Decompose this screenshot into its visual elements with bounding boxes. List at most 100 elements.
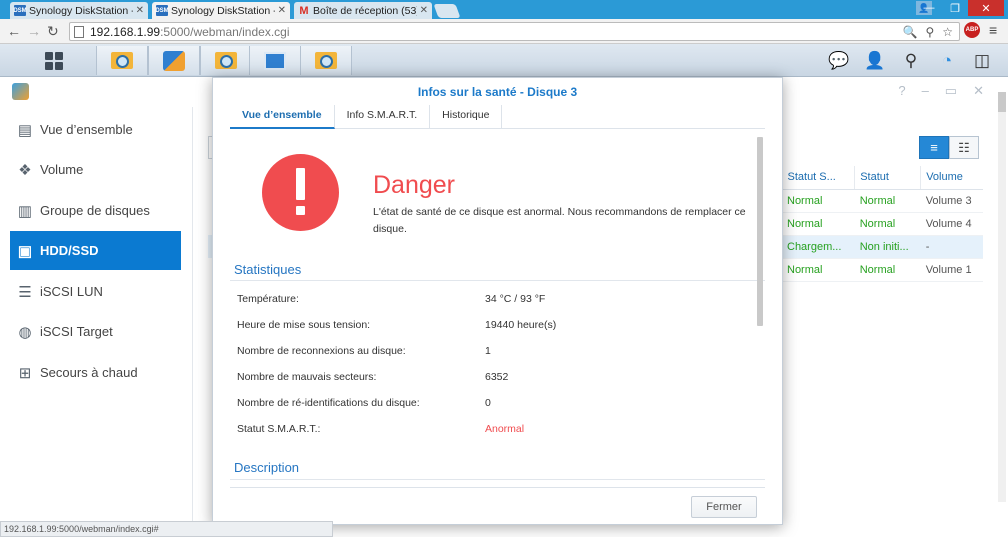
new-tab-button[interactable] (433, 4, 461, 18)
column-header-smart-status[interactable]: Statut S... (781, 166, 855, 190)
tab-history[interactable]: Historique (430, 105, 503, 129)
stat-label: Nombre de reconnexions au disque: (237, 345, 406, 357)
hot-spare-icon: ⊞ (18, 364, 32, 382)
table-row[interactable]: n Normal Normal Volume 3 (768, 189, 983, 213)
minimize-button[interactable]: — (916, 0, 942, 16)
tab-overview[interactable]: Vue d’ensemble (230, 105, 335, 129)
site-settings-icon[interactable]: ⚲ (925, 25, 934, 39)
browser-tab[interactable]: DSM Synology DiskStation - AJ ✕ (10, 2, 148, 19)
stat-value: 1 (485, 345, 491, 357)
window-close-button[interactable]: ✕ (968, 0, 1004, 16)
table-row-selected[interactable]: n Chargem... Non initi... - (768, 235, 983, 259)
health-info-dialog: Infos sur la santé - Disque 3 Vue d’ense… (212, 77, 783, 525)
browser-tab-title: Synology DiskStation - AJ (29, 4, 133, 17)
chat-icon[interactable]: 💬 (826, 48, 852, 74)
section-divider (230, 479, 765, 480)
sidebar-item-label: HDD/SSD (40, 243, 99, 258)
tab-smart-info[interactable]: Info S.M.A.R.T. (335, 105, 431, 129)
sidebar-item-label: Vue d’ensemble (40, 122, 133, 137)
health-status-title: Danger (373, 171, 455, 199)
taskbar-app-file-station-3[interactable] (300, 46, 352, 75)
cell-volume: - (920, 235, 983, 259)
sidebar-item-label: Volume (40, 162, 84, 177)
main-menu-button[interactable] (28, 46, 80, 75)
stat-value: 19440 heure(s) (485, 319, 557, 331)
forward-arrow-icon[interactable]: → (27, 23, 41, 39)
view-toggle: ≡ ☷ (919, 136, 979, 159)
close-tab-icon[interactable]: ✕ (278, 5, 286, 16)
close-tab-icon[interactable]: ✕ (420, 5, 428, 16)
cell-smart-status: Chargem... (782, 235, 855, 259)
close-icon[interactable]: ✕ (973, 83, 984, 99)
sidebar-item-iscsi-lun[interactable]: ☰ iSCSI LUN (10, 272, 181, 311)
browser-tab-title: Synology DiskStation - AJ (171, 4, 275, 17)
dialog-scrollbar-thumb[interactable] (757, 137, 763, 326)
cell-volume: Volume 1 (920, 258, 983, 282)
close-tab-icon[interactable]: ✕ (136, 5, 144, 16)
stat-value: 34 °C / 93 °F (485, 293, 546, 305)
file-station-icon (111, 52, 133, 69)
detail-view-icon[interactable]: ☷ (949, 136, 979, 159)
sidebar-item-hot-spare[interactable]: ⊞ Secours à chaud (10, 353, 181, 392)
dsm-favicon-icon: DSM (13, 5, 27, 16)
dialog-tabs: Vue d’ensemble Info S.M.A.R.T. Historiqu… (230, 105, 765, 129)
table-row[interactable]: n Normal Normal Volume 1 (768, 258, 983, 282)
page-scrollbar[interactable] (998, 92, 1006, 502)
taskbar-app-file-station-2[interactable] (200, 46, 252, 75)
dialog-footer-divider (230, 487, 765, 488)
back-arrow-icon[interactable]: ← (7, 23, 21, 39)
dialog-body: Danger L'état de santé de ce disque est … (230, 138, 765, 486)
search-icon[interactable]: ⚲ (898, 48, 924, 74)
health-status-message: L'état de santé de ce disque est anormal… (373, 206, 746, 235)
cell-status: Normal (854, 189, 921, 213)
sidebar-item-volume[interactable]: ❖ Volume (10, 150, 181, 189)
sidebar-item-label: iSCSI Target (40, 324, 113, 339)
adblock-plus-icon[interactable]: ABP (964, 22, 980, 38)
minimize-icon[interactable]: – (922, 83, 929, 99)
help-icon[interactable]: ? (898, 83, 905, 99)
page-icon (74, 25, 84, 38)
overview-icon: ▤ (17, 121, 33, 139)
danger-alert-icon (262, 154, 339, 231)
browser-toolbar: ← → ↻ 192.168.1.99:5000/webman/index.cgi… (0, 19, 1008, 44)
user-icon[interactable]: 👤 (862, 48, 888, 74)
cell-smart-status: Normal (782, 258, 855, 282)
dsm-favicon-icon: DSM (155, 5, 169, 16)
taskbar-app-storage-manager[interactable] (148, 46, 200, 75)
sidebar-item-iscsi-target[interactable]: ◍ iSCSI Target (10, 312, 181, 351)
close-button[interactable]: Fermer (691, 496, 757, 518)
hdd-icon: ▣ (17, 242, 33, 260)
section-divider (230, 280, 765, 281)
widgets-icon[interactable]: ◔ (934, 48, 960, 74)
page-scrollbar-thumb[interactable] (998, 92, 1006, 112)
sidebar-item-label: Secours à chaud (40, 365, 138, 380)
browser-tab[interactable]: M Boîte de réception (53) - a ✕ (294, 2, 432, 19)
sidebar-item-label: iSCSI LUN (40, 284, 103, 299)
windows-icon[interactable]: ◫ (969, 48, 995, 74)
bookmark-star-icon[interactable]: ☆ (942, 25, 953, 39)
browser-menu-icon[interactable]: ≡ (989, 22, 997, 38)
sidebar-item-overview[interactable]: ▤ Vue d’ensemble (10, 110, 181, 149)
taskbar-app-file-station-1[interactable] (96, 46, 148, 75)
maximize-icon[interactable]: ▭ (945, 83, 957, 99)
cell-status: Normal (854, 258, 921, 282)
column-header-volume[interactable]: Volume (920, 166, 983, 190)
list-view-icon[interactable]: ≡ (919, 136, 949, 159)
stat-label: Heure de mise sous tension: (237, 319, 371, 331)
storage-manager-app-icon (12, 83, 29, 100)
column-header-status[interactable]: Statut (854, 166, 921, 190)
cell-status: Non initi... (854, 235, 921, 259)
browser-tab-active[interactable]: DSM Synology DiskStation - AJ ✕ (152, 2, 290, 19)
restore-button[interactable]: ❐ (942, 0, 968, 16)
taskbar-app-control-panel[interactable] (249, 46, 301, 75)
table-row[interactable]: n Normal Normal Volume 4 (768, 212, 983, 236)
stat-label: Nombre de mauvais secteurs: (237, 371, 377, 383)
sidebar-item-disk-group[interactable]: ▥ Groupe de disques (10, 191, 181, 230)
reload-icon[interactable]: ↻ (47, 23, 59, 40)
address-bar[interactable]: 192.168.1.99:5000/webman/index.cgi 🔍 ⚲ ☆ (69, 22, 960, 41)
zoom-icon[interactable]: 🔍 (902, 25, 917, 39)
disk-group-icon: ▥ (17, 202, 33, 220)
sidebar-item-hdd-ssd[interactable]: ▣ HDD/SSD (10, 231, 181, 270)
disk-table: Statut S... Statut Volume n Normal Norma… (768, 166, 983, 282)
smart-status-value: Anormal (485, 423, 525, 435)
